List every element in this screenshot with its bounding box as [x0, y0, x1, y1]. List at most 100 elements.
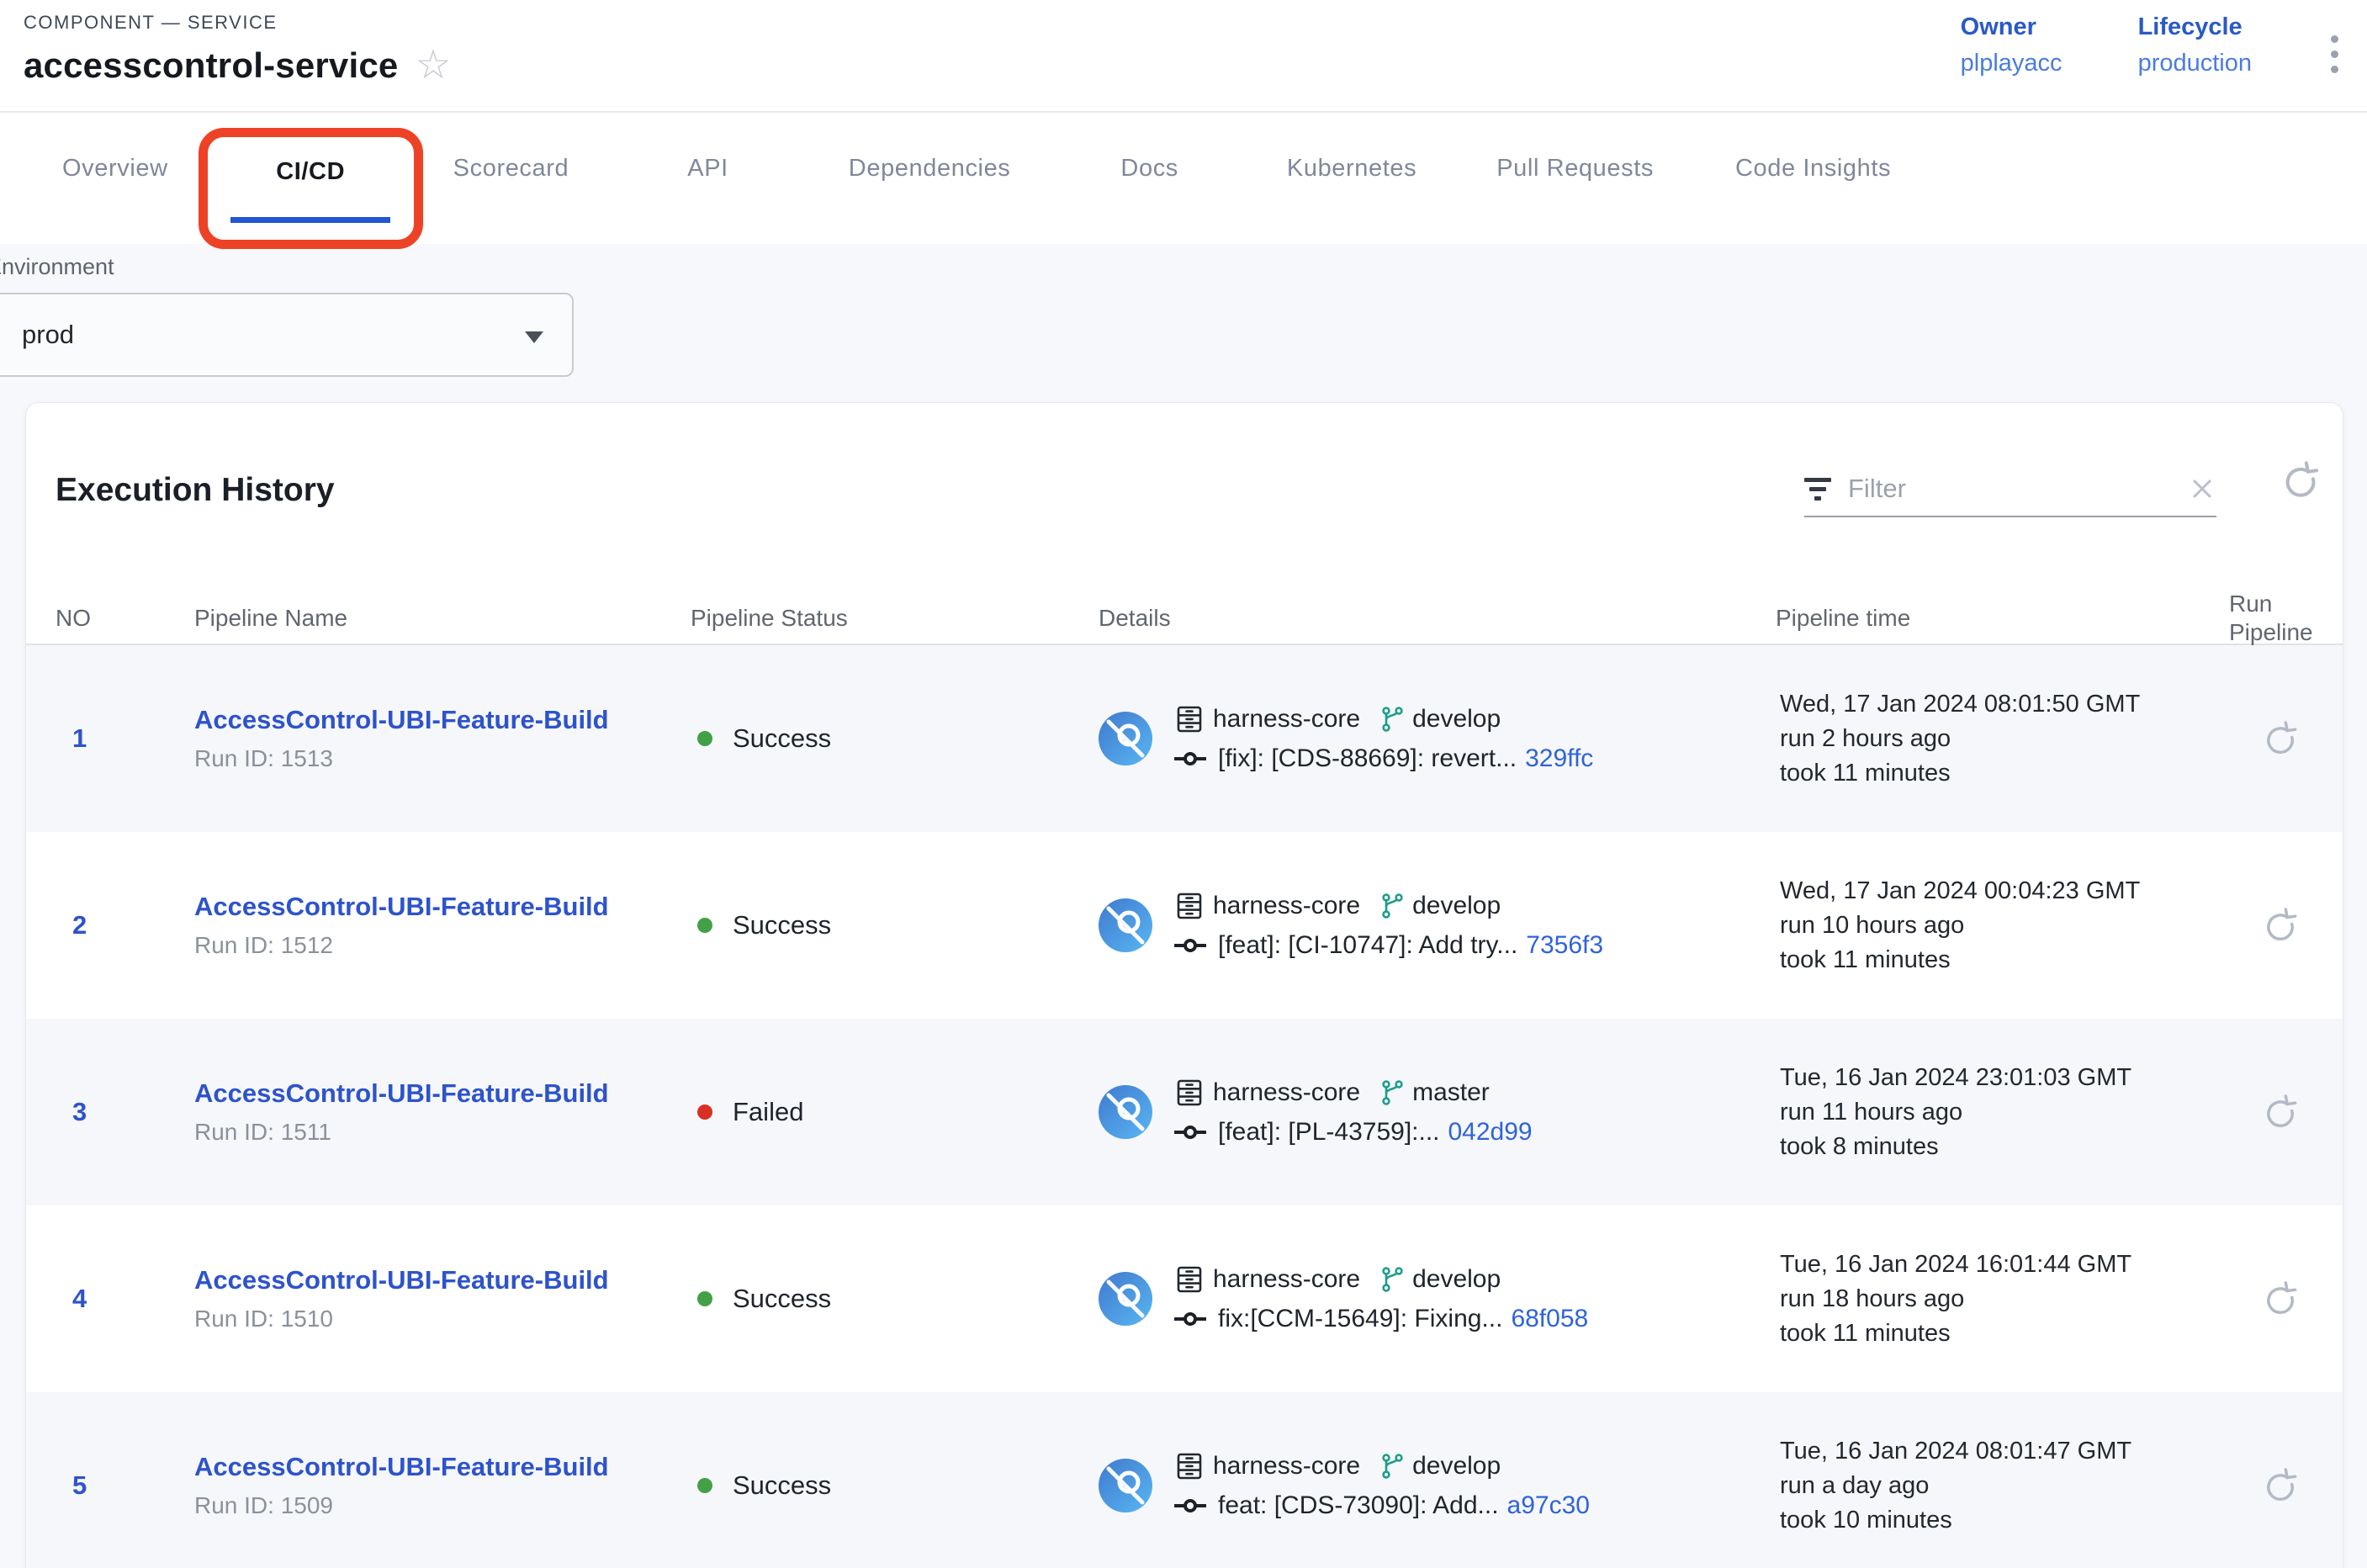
tab-cicd[interactable]: CI/CD [276, 158, 345, 186]
time-gmt: Tue, 16 Jan 2024 23:01:03 GMT [1780, 1061, 2217, 1095]
owner-link[interactable]: plplayacc [1961, 50, 2063, 77]
col-header-no: NO [56, 605, 194, 632]
details-cell: harness-core master [feat]: [PL-43759]:. [1099, 1078, 1776, 1147]
git-branch-icon [1379, 1453, 1406, 1480]
commit-hash-link[interactable]: 329ffc [1525, 744, 1593, 773]
pipeline-name-link[interactable]: AccessControl-UBI-Feature-Build [194, 892, 691, 922]
table-row: 3 AccessControl-UBI-Feature-Build Run ID… [26, 1019, 2343, 1205]
row-number-link[interactable]: 2 [56, 910, 194, 940]
git-commit-icon [1174, 1496, 1206, 1515]
tab-scorecard[interactable]: Scorecard [453, 155, 569, 183]
commit-line: fix:[CCM-15649]: Fixing... 68f058 [1174, 1305, 1588, 1333]
row-number-link[interactable]: 1 [56, 723, 194, 754]
pipeline-time-cell: Tue, 16 Jan 2024 08:01:47 GMT run a day … [1776, 1434, 2217, 1538]
table-header-row: NO Pipeline Name Pipeline Status Details… [26, 590, 2343, 645]
status-label: Success [733, 1470, 831, 1501]
time-gmt: Tue, 16 Jan 2024 08:01:47 GMT [1780, 1434, 2217, 1469]
col-header-run-pipeline: Run Pipeline [2217, 590, 2343, 647]
time-took: took 10 minutes [1780, 1503, 2217, 1538]
active-tab-underline [230, 217, 390, 223]
details-cell: harness-core develop [fix]: [CDS-88669]: [1099, 704, 1776, 773]
run-pipeline-cell [2217, 1465, 2343, 1506]
repo-branch-line: harness-core develop [1174, 1264, 1588, 1295]
time-ago: run 11 hours ago [1780, 1095, 2217, 1130]
commit-message: [fix]: [CDS-88669]: revert... [1218, 744, 1517, 773]
page-title: accesscontrol-service [24, 45, 398, 86]
environment-label: Environment [0, 254, 114, 280]
time-ago: run 18 hours ago [1780, 1282, 2217, 1316]
tab-code-insights[interactable]: Code Insights [1735, 155, 1891, 183]
kebab-menu-icon[interactable] [2327, 32, 2342, 77]
commit-line: [feat]: [PL-43759]:... 042d99 [1174, 1118, 1533, 1147]
run-pipeline-icon[interactable] [2260, 905, 2301, 946]
status-dot [697, 918, 712, 933]
git-commit-icon [1174, 1310, 1206, 1328]
dropdown-caret-icon [525, 331, 543, 343]
commit-message: fix:[CCM-15649]: Fixing... [1218, 1305, 1502, 1333]
header-meta: Owner plplayacc Lifecycle production [1961, 13, 2342, 77]
environment-select[interactable]: prod [0, 293, 574, 377]
commit-line: [fix]: [CDS-88669]: revert... 329ffc [1174, 744, 1593, 773]
commit-hash-link[interactable]: 042d99 [1448, 1118, 1533, 1147]
col-header-pipeline-status: Pipeline Status [691, 605, 1099, 632]
lifecycle-link[interactable]: production [2138, 50, 2252, 77]
repo-branch-line: harness-core develop [1174, 704, 1593, 734]
row-number-link[interactable]: 3 [56, 1097, 194, 1127]
tab-docs[interactable]: Docs [1120, 155, 1178, 183]
row-number-link[interactable]: 4 [56, 1284, 194, 1314]
pipeline-status-cell: Success [691, 1284, 1099, 1314]
pipeline-name-cell: AccessControl-UBI-Feature-Build Run ID: … [194, 1078, 691, 1146]
tab-overview[interactable]: Overview [62, 155, 168, 183]
refresh-icon[interactable] [2279, 458, 2322, 502]
table-row: 1 AccessControl-UBI-Feature-Build Run ID… [26, 645, 2343, 832]
pipeline-time-cell: Tue, 16 Jan 2024 16:01:44 GMT run 18 hou… [1776, 1248, 2217, 1351]
pipeline-name-link[interactable]: AccessControl-UBI-Feature-Build [194, 1452, 691, 1482]
repo-icon [1174, 1451, 1205, 1481]
tab-api[interactable]: API [687, 155, 728, 183]
commit-hash-link[interactable]: 7356f3 [1526, 931, 1603, 960]
commit-hash-link[interactable]: 68f058 [1511, 1305, 1588, 1333]
repo-name: harness-core [1213, 892, 1360, 920]
favorite-star-icon[interactable]: ☆ [415, 45, 451, 86]
table-body: 1 AccessControl-UBI-Feature-Build Run ID… [26, 645, 2343, 1568]
pipeline-status-cell: Success [691, 723, 1099, 754]
pipeline-name-link[interactable]: AccessControl-UBI-Feature-Build [194, 1078, 691, 1109]
commit-line: [feat]: [CI-10747]: Add try... 7356f3 [1174, 931, 1603, 960]
run-pipeline-icon[interactable] [2260, 1092, 2301, 1132]
pipeline-name-cell: AccessControl-UBI-Feature-Build Run ID: … [194, 1265, 691, 1332]
col-header-pipeline-name: Pipeline Name [194, 605, 691, 632]
pipeline-avatar-icon [1099, 898, 1152, 952]
tab-kubernetes[interactable]: Kubernetes [1287, 155, 1416, 183]
repo-name: harness-core [1213, 1078, 1360, 1107]
time-gmt: Wed, 17 Jan 2024 00:04:23 GMT [1780, 874, 2217, 908]
pipeline-name-cell: AccessControl-UBI-Feature-Build Run ID: … [194, 1452, 691, 1519]
pipeline-name-link[interactable]: AccessControl-UBI-Feature-Build [194, 705, 691, 735]
owner-label: Owner [1961, 13, 2063, 41]
pipeline-time-cell: Tue, 16 Jan 2024 23:01:03 GMT run 11 hou… [1776, 1061, 2217, 1164]
status-label: Failed [733, 1097, 803, 1127]
clear-x-icon[interactable] [2188, 474, 2216, 503]
table-row: 5 AccessControl-UBI-Feature-Build Run ID… [26, 1392, 2343, 1568]
tab-pull-requests[interactable]: Pull Requests [1496, 155, 1654, 183]
owner-meta: Owner plplayacc [1961, 13, 2063, 77]
git-branch-icon [1379, 893, 1406, 919]
commit-hash-link[interactable]: a97c30 [1507, 1491, 1590, 1520]
branch-name: master [1412, 1078, 1490, 1107]
run-id-label: Run ID: 1511 [194, 1119, 691, 1146]
status-label: Success [733, 1284, 831, 1314]
tab-dependencies[interactable]: Dependencies [849, 155, 1011, 183]
run-pipeline-icon[interactable] [2260, 1465, 2301, 1506]
repo-icon [1174, 1078, 1205, 1108]
pipeline-time-cell: Wed, 17 Jan 2024 08:01:50 GMT run 2 hour… [1776, 687, 2217, 791]
run-id-label: Run ID: 1510 [194, 1306, 691, 1332]
run-pipeline-icon[interactable] [2260, 1279, 2301, 1319]
commit-message: feat: [CDS-73090]: Add... [1218, 1491, 1499, 1520]
pipeline-name-link[interactable]: AccessControl-UBI-Feature-Build [194, 1265, 691, 1295]
time-gmt: Tue, 16 Jan 2024 16:01:44 GMT [1780, 1248, 2217, 1282]
run-pipeline-icon[interactable] [2260, 718, 2301, 759]
row-number-link[interactable]: 5 [56, 1470, 194, 1501]
commit-message: [feat]: [CI-10747]: Add try... [1218, 931, 1517, 960]
tab-bar: Overview CI/CD Scorecard API Dependencie… [0, 113, 2367, 244]
commit-line: feat: [CDS-73090]: Add... a97c30 [1174, 1491, 1590, 1520]
filter-input[interactable] [1848, 474, 2188, 504]
